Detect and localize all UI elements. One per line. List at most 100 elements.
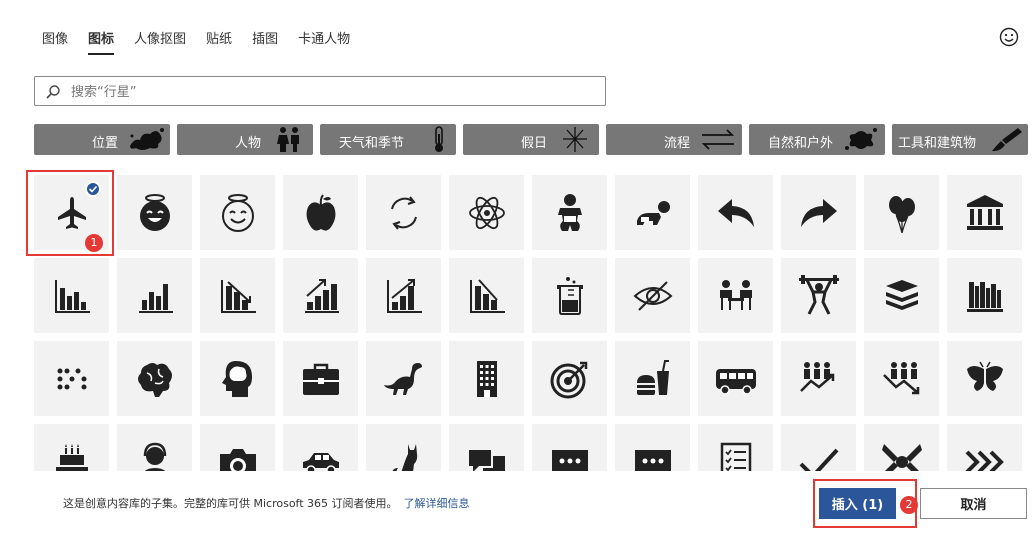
apple-icon bbox=[306, 193, 335, 231]
category-holidays[interactable]: 假日 bbox=[463, 124, 599, 155]
tab-cartoon-people[interactable]: 卡通人物 bbox=[298, 28, 350, 55]
icon-tile[interactable] bbox=[698, 341, 773, 416]
icon-tile[interactable] bbox=[200, 341, 275, 416]
search-input[interactable] bbox=[69, 82, 593, 102]
icon-tile[interactable] bbox=[200, 175, 275, 250]
icon-tile[interactable] bbox=[283, 341, 358, 416]
icon-tile[interactable] bbox=[449, 341, 524, 416]
icon-tile[interactable] bbox=[947, 341, 1022, 416]
icon-tile[interactable] bbox=[781, 424, 856, 471]
icon-tile[interactable] bbox=[532, 341, 607, 416]
chevrons-right-icon bbox=[965, 450, 1004, 471]
icon-tile[interactable] bbox=[781, 258, 856, 333]
icon-tile[interactable] bbox=[615, 175, 690, 250]
learn-more-link[interactable]: 了解详细信息 bbox=[404, 497, 470, 510]
icon-tile[interactable] bbox=[366, 175, 441, 250]
icon-tile[interactable] bbox=[781, 175, 856, 250]
bar-chart-icon bbox=[54, 279, 90, 313]
icon-tile[interactable] bbox=[532, 175, 607, 250]
icon-tile[interactable] bbox=[366, 424, 441, 471]
insert-button[interactable]: 插入 (1) bbox=[819, 488, 896, 519]
icon-tile[interactable] bbox=[864, 175, 939, 250]
icon-tile[interactable] bbox=[532, 258, 607, 333]
footer-note: 这是创意内容库的子集。完整的库可供 Microsoft 365 订阅者使用。 了解… bbox=[63, 495, 470, 511]
icon-tile[interactable] bbox=[698, 175, 773, 250]
tab-bar: 图像 图标 人像抠图 贴纸 插图 卡通人物 bbox=[42, 28, 370, 55]
icon-tile[interactable] bbox=[947, 424, 1022, 471]
bar-chart-up-2-icon bbox=[386, 278, 422, 313]
icon-tile[interactable] bbox=[449, 175, 524, 250]
icon-tile[interactable] bbox=[117, 175, 192, 250]
arrows-exchange-icon bbox=[701, 129, 735, 150]
target-icon bbox=[550, 361, 587, 398]
icon-tile[interactable] bbox=[117, 258, 192, 333]
icon-tile[interactable] bbox=[117, 341, 192, 416]
people-icon bbox=[277, 127, 299, 152]
icon-tile[interactable] bbox=[34, 258, 109, 333]
feedback-smiley-icon[interactable] bbox=[999, 27, 1019, 47]
icon-tile[interactable] bbox=[615, 341, 690, 416]
people-growth-icon bbox=[799, 361, 834, 392]
icon-tile[interactable] bbox=[864, 341, 939, 416]
icon-tile[interactable] bbox=[864, 258, 939, 333]
category-process[interactable]: 流程 bbox=[606, 124, 742, 155]
chat-bubbles-icon bbox=[468, 449, 505, 471]
icon-tile[interactable] bbox=[947, 258, 1022, 333]
category-label: 人物 bbox=[234, 136, 261, 151]
tab-images[interactable]: 图像 bbox=[42, 28, 68, 55]
fast-food-icon bbox=[636, 359, 669, 395]
icon-tile[interactable] bbox=[449, 424, 524, 471]
category-label: 天气和季节 bbox=[338, 136, 404, 151]
icon-tile[interactable] bbox=[449, 258, 524, 333]
tab-icons[interactable]: 图标 bbox=[88, 28, 115, 55]
birthday-cake-icon bbox=[55, 443, 88, 471]
icon-tile[interactable] bbox=[366, 258, 441, 333]
icon-tile[interactable] bbox=[283, 175, 358, 250]
category-tools[interactable]: 工具和建筑物 bbox=[892, 124, 1028, 155]
icon-grid bbox=[34, 175, 1032, 471]
icon-tile[interactable] bbox=[864, 424, 939, 471]
weightlifting-icon bbox=[798, 274, 839, 315]
briefcase-icon bbox=[302, 363, 339, 395]
icon-tile[interactable] bbox=[200, 258, 275, 333]
brain-icon bbox=[137, 362, 172, 397]
comment-dots-icon bbox=[634, 449, 671, 471]
icon-tile[interactable] bbox=[698, 424, 773, 471]
category-nature[interactable]: 自然和户外 bbox=[749, 124, 885, 155]
step-marker-1: 1 bbox=[85, 234, 103, 252]
reply-arrow-icon bbox=[717, 198, 754, 227]
icon-tile[interactable] bbox=[34, 424, 109, 471]
icon-tile[interactable] bbox=[615, 424, 690, 471]
call-center-icon bbox=[143, 442, 166, 471]
category-people[interactable]: 人物 bbox=[177, 124, 313, 155]
chat-dots-icon bbox=[551, 449, 588, 471]
icon-tile[interactable] bbox=[947, 175, 1022, 250]
thermometer-icon bbox=[435, 126, 443, 152]
tab-cutout-people[interactable]: 人像抠图 bbox=[134, 28, 186, 55]
cancel-button[interactable]: 取消 bbox=[920, 488, 1027, 519]
icon-tile[interactable] bbox=[283, 258, 358, 333]
icon-tile[interactable] bbox=[698, 258, 773, 333]
bar-chart-down-icon bbox=[220, 279, 256, 313]
tab-illustrations[interactable]: 插图 bbox=[252, 28, 278, 55]
checkmark-icon bbox=[799, 448, 838, 471]
eye-hidden-icon bbox=[632, 280, 673, 311]
icon-tile[interactable] bbox=[781, 341, 856, 416]
smiley-halo-filled-icon bbox=[139, 193, 170, 231]
category-location[interactable]: 位置 bbox=[34, 124, 170, 155]
category-label: 假日 bbox=[520, 136, 547, 151]
icon-tile[interactable] bbox=[366, 341, 441, 416]
icon-tile[interactable] bbox=[283, 424, 358, 471]
step-marker-2: 2 bbox=[900, 496, 918, 514]
bookshelf-icon bbox=[966, 281, 1003, 312]
icon-tile[interactable] bbox=[615, 258, 690, 333]
dinosaur-icon bbox=[383, 362, 422, 395]
icon-tile[interactable] bbox=[34, 341, 109, 416]
tab-stickers[interactable]: 贴纸 bbox=[206, 28, 232, 55]
icon-tile[interactable] bbox=[200, 424, 275, 471]
icon-tile[interactable] bbox=[117, 424, 192, 471]
category-weather[interactable]: 天气和季节 bbox=[320, 124, 456, 155]
icon-tile[interactable] bbox=[532, 424, 607, 471]
head-brain-icon bbox=[221, 360, 252, 397]
bar-chart-2-icon bbox=[138, 283, 173, 313]
